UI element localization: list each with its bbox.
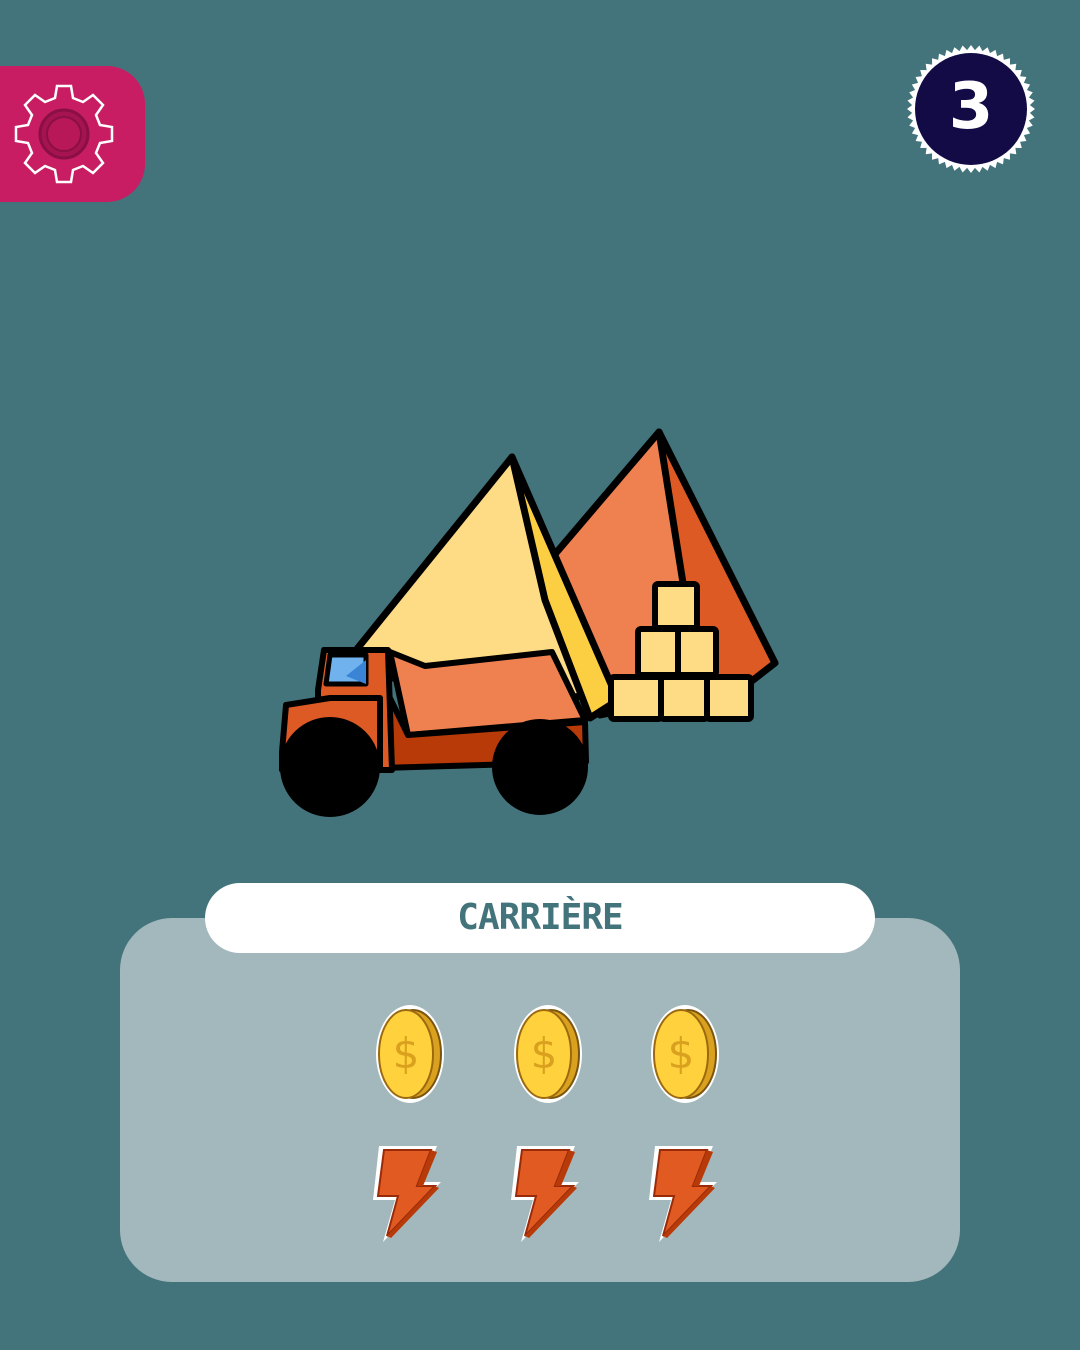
lightning-bolt-icon	[649, 1146, 717, 1242]
coin-icon: $	[376, 1005, 444, 1103]
coin-icon: $	[651, 1005, 719, 1103]
lightning-bolt-icon	[373, 1146, 441, 1242]
level-number: 3	[948, 70, 994, 144]
coin-symbol: $	[531, 1029, 558, 1078]
quarry-illustration	[279, 428, 779, 817]
lightning-bolt-icon	[511, 1146, 579, 1242]
coin-icon: $	[514, 1005, 582, 1103]
gear-icon	[14, 84, 114, 184]
dump-truck-icon	[279, 647, 589, 817]
settings-button[interactable]	[0, 66, 145, 202]
coin-symbol: $	[668, 1029, 695, 1078]
level-badge: 3	[906, 44, 1036, 174]
card-title: CARRIÈRE	[205, 883, 875, 953]
coin-symbol: $	[393, 1029, 420, 1078]
